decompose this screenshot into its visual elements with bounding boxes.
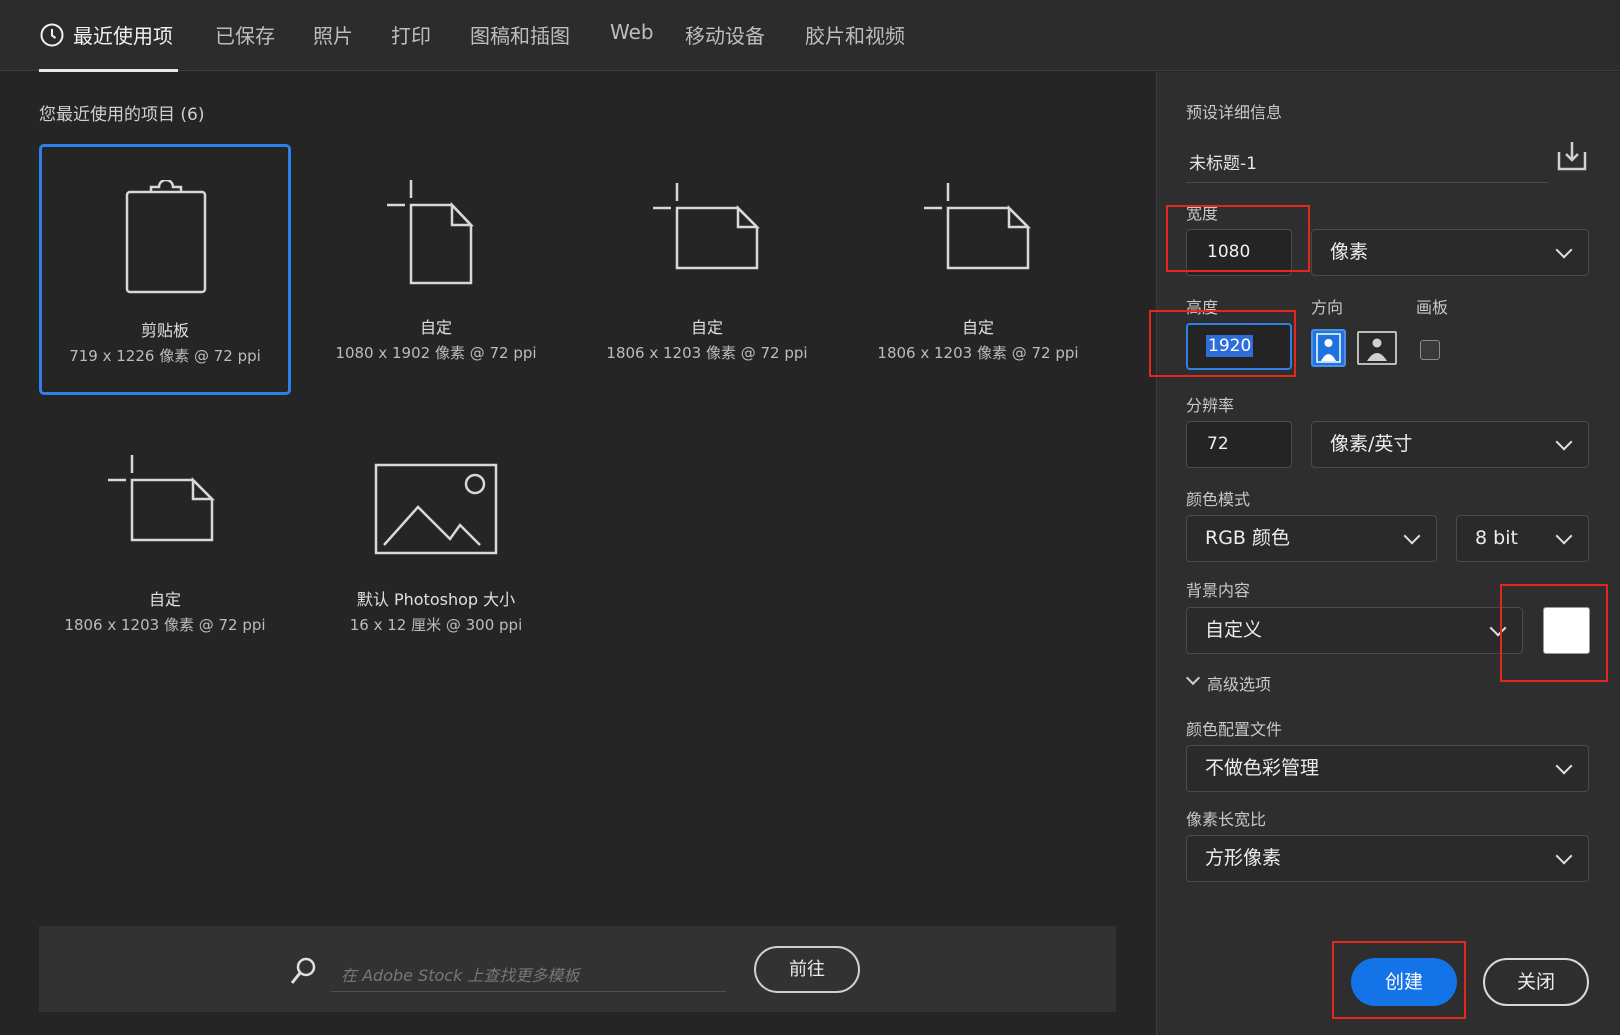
clipboard-icon (125, 180, 207, 294)
resolution-unit-select[interactable]: 像素/英寸 (1311, 421, 1589, 468)
go-button[interactable]: 前往 (754, 946, 860, 993)
artboard-label: 画板 (1416, 298, 1449, 317)
chevron-down-icon (1555, 847, 1573, 864)
chevron-down-icon (1403, 527, 1421, 544)
landscape-person-icon (1367, 338, 1387, 361)
pixel-aspect-value: 方形像素 (1205, 847, 1282, 869)
bit-depth-value: 8 bit (1475, 527, 1518, 549)
recent-item-name: 自定 (961, 318, 994, 337)
landscape-document-icon (108, 455, 216, 542)
annotation-box-create (1332, 941, 1466, 1019)
stock-search-bar: 在 Adobe Stock 上查找更多模板 前往 (39, 926, 1116, 1012)
tab-film-video[interactable]: 胶片和视频 (805, 20, 905, 50)
tab-recent[interactable]: 最近使用项 (73, 20, 173, 50)
recent-item-name: 默认 Photoshop 大小 (356, 590, 516, 609)
recent-item-custom-portrait[interactable]: 自定 1080 x 1902 像素 @ 72 ppi (310, 144, 562, 395)
width-unit-value: 像素 (1330, 241, 1369, 263)
recent-item-size: 1806 x 1203 像素 @ 72 ppi (606, 344, 808, 362)
recent-item-name: 自定 (419, 318, 452, 337)
chevron-down-icon (1555, 241, 1573, 258)
clock-icon (40, 23, 64, 47)
recent-item-name: 自定 (690, 318, 723, 337)
recent-item-custom-landscape[interactable]: 自定 1806 x 1203 像素 @ 72 ppi (581, 144, 833, 395)
document-title-field[interactable]: 未标题-1 (1186, 143, 1548, 183)
color-mode-select[interactable]: RGB 颜色 (1186, 515, 1437, 562)
recent-item-size: 1080 x 1902 像素 @ 72 ppi (335, 344, 537, 362)
recent-item-name: 剪贴板 (140, 321, 189, 340)
resolution-unit-value: 像素/英寸 (1330, 433, 1413, 455)
tab-photo[interactable]: 照片 (313, 20, 353, 50)
preset-tab-bar: 最近使用项 已保存 照片 打印 图稿和插图 Web 移动设备 胶片和视频 (0, 0, 1620, 72)
color-profile-value: 不做色彩管理 (1205, 757, 1320, 779)
tab-web[interactable]: Web (610, 20, 654, 50)
color-profile-label: 颜色配置文件 (1186, 720, 1283, 739)
recent-item-size: 719 x 1226 像素 @ 72 ppi (69, 347, 261, 365)
color-profile-select[interactable]: 不做色彩管理 (1186, 745, 1589, 792)
chevron-down-icon (1555, 433, 1573, 450)
stock-search-input[interactable]: 在 Adobe Stock 上查找更多模板 (331, 956, 726, 992)
annotation-box-height (1149, 310, 1296, 377)
preset-details-header: 预设详细信息 (1186, 103, 1283, 122)
pixel-aspect-select[interactable]: 方形像素 (1186, 835, 1589, 882)
landscape-document-icon (924, 183, 1032, 270)
portrait-document-icon (387, 180, 474, 285)
landscape-orientation-button[interactable] (1357, 331, 1397, 365)
recent-item-clipboard[interactable]: 剪贴板 719 x 1226 像素 @ 72 ppi (39, 144, 291, 395)
color-mode-value: RGB 颜色 (1205, 527, 1290, 549)
background-label: 背景内容 (1186, 581, 1251, 600)
close-button[interactable]: 关闭 (1483, 958, 1589, 1006)
resolution-field[interactable]: 72 (1186, 421, 1292, 468)
bit-depth-select[interactable]: 8 bit (1456, 515, 1589, 562)
save-preset-icon[interactable] (1556, 140, 1588, 172)
tab-print[interactable]: 打印 (391, 20, 431, 50)
background-value: 自定义 (1205, 619, 1263, 641)
search-icon (290, 957, 316, 984)
portrait-person-icon (1316, 333, 1341, 363)
annotation-box-width (1166, 205, 1310, 272)
tab-art-illustration[interactable]: 图稿和插图 (470, 20, 570, 50)
recent-item-size: 1806 x 1203 像素 @ 72 ppi (64, 616, 266, 634)
recent-item-name: 自定 (148, 590, 181, 609)
annotation-box-background-color (1500, 584, 1608, 682)
recent-item-default-photoshop[interactable]: 默认 Photoshop 大小 16 x 12 厘米 @ 300 ppi (310, 416, 562, 667)
artboard-checkbox[interactable] (1420, 340, 1440, 360)
recent-section-title: 您最近使用的项目 (6) (39, 105, 205, 125)
width-unit-select[interactable]: 像素 (1311, 229, 1589, 276)
advanced-options-toggle[interactable]: 高级选项 (1207, 671, 1271, 695)
portrait-orientation-button[interactable] (1311, 329, 1346, 367)
recent-item-size: 1806 x 1203 像素 @ 72 ppi (877, 344, 1079, 362)
pixel-aspect-label: 像素长宽比 (1186, 810, 1267, 829)
landscape-document-icon (653, 183, 761, 270)
recent-item-size: 16 x 12 厘米 @ 300 ppi (349, 616, 523, 634)
tab-mobile[interactable]: 移动设备 (685, 20, 765, 50)
chevron-down-icon (1555, 757, 1573, 774)
chevron-down-icon (1555, 527, 1573, 544)
color-mode-label: 颜色模式 (1186, 490, 1251, 509)
recent-item-custom-landscape[interactable]: 自定 1806 x 1203 像素 @ 72 ppi (39, 416, 291, 667)
resolution-label: 分辨率 (1186, 396, 1235, 415)
background-select[interactable]: 自定义 (1186, 607, 1523, 654)
orientation-label: 方向 (1311, 298, 1344, 317)
image-icon (374, 463, 498, 555)
tab-saved[interactable]: 已保存 (215, 20, 275, 50)
recent-item-custom-landscape[interactable]: 自定 1806 x 1203 像素 @ 72 ppi (852, 144, 1104, 395)
